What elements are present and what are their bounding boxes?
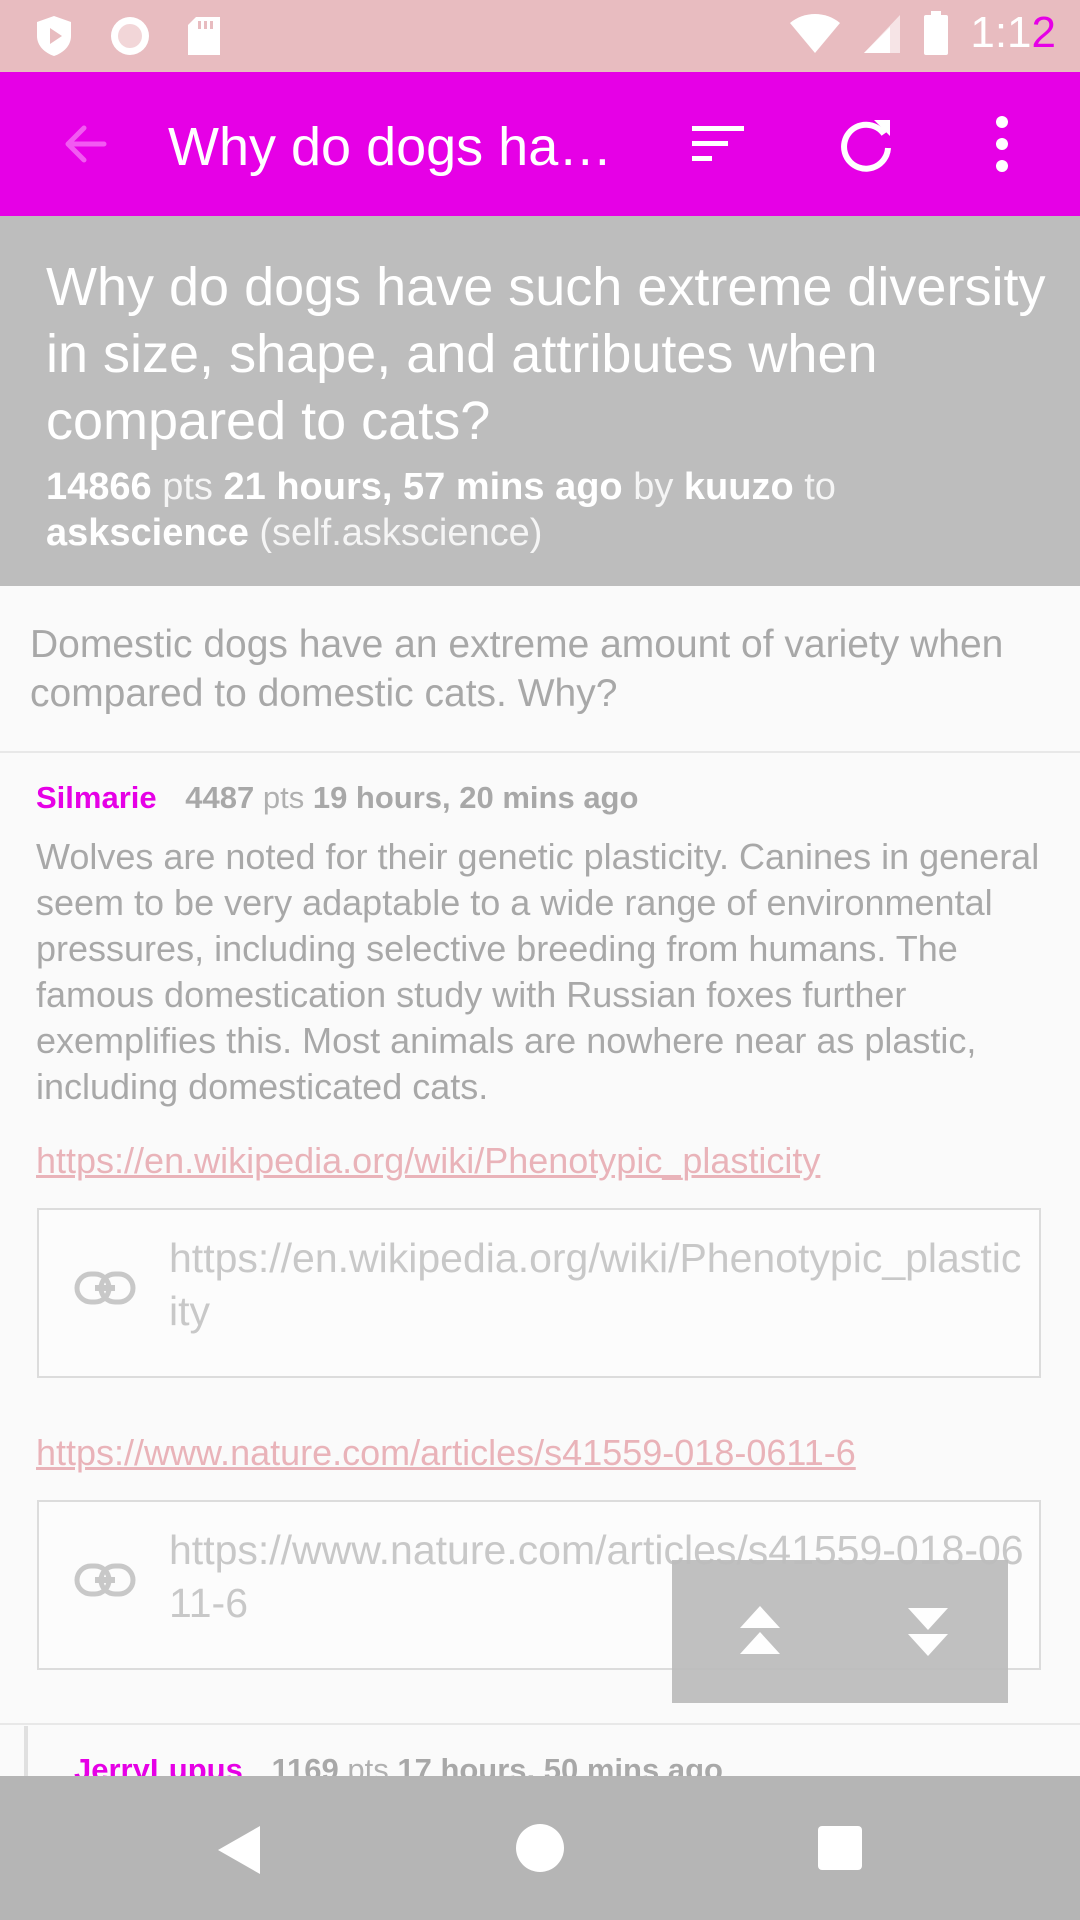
nav-home-icon[interactable] <box>516 1824 564 1872</box>
play-protect-icon <box>37 16 71 56</box>
wifi-icon <box>790 14 841 53</box>
link-icon <box>74 1271 136 1305</box>
post-subreddit[interactable]: askscience <box>46 512 249 554</box>
refresh-icon[interactable] <box>834 112 898 176</box>
post-author[interactable]: kuuzo <box>684 466 794 508</box>
nav-recents-icon[interactable] <box>818 1826 862 1870</box>
post-meta: 14866 pts 21 hours, 57 mins ago by kuuzo… <box>46 466 836 554</box>
system-nav-bar <box>0 1776 1080 1920</box>
clock: 1:12 <box>970 8 1056 57</box>
divider <box>0 1723 1080 1725</box>
link-preview-url: https://en.wikipedia.org/wiki/Phenotypic… <box>169 1235 1022 1334</box>
comment-author[interactable]: Silmarie <box>36 780 157 815</box>
circle-icon <box>111 17 149 55</box>
sort-icon[interactable] <box>688 120 748 168</box>
status-bar: 1:12 <box>0 0 1080 72</box>
post-header: Why do dogs have such extreme diversity … <box>0 216 1080 586</box>
comment-body: Wolves are noted for their genetic plast… <box>36 836 1040 1107</box>
post-selftext: Domestic dogs have an extreme amount of … <box>30 623 1004 715</box>
next-comment-icon[interactable] <box>904 1604 952 1658</box>
comment-link-nature[interactable]: https://www.nature.com/articles/s41559-0… <box>36 1432 856 1474</box>
battery-icon <box>924 11 949 55</box>
comment-link-wikipedia[interactable]: https://en.wikipedia.org/wiki/Phenotypic… <box>36 1140 820 1182</box>
back-arrow-icon[interactable] <box>56 114 116 174</box>
comment-nav-panel <box>672 1560 1008 1703</box>
divider <box>0 751 1080 753</box>
comment-depth-rail <box>24 1726 28 1776</box>
post-points: 14866 <box>46 466 152 508</box>
app-toolbar: Why do dogs ha… <box>0 72 1080 216</box>
previous-comment-icon[interactable] <box>736 1604 784 1658</box>
sd-card-icon <box>188 17 220 55</box>
nav-back-icon[interactable] <box>214 1824 264 1876</box>
toolbar-title: Why do dogs ha… <box>168 117 613 177</box>
link-preview-card[interactable]: https://en.wikipedia.org/wiki/Phenotypic… <box>37 1208 1041 1378</box>
comment-points: 4487 <box>185 780 255 815</box>
comment-meta: Silmarie 4487 pts 19 hours, 20 mins ago <box>36 780 639 815</box>
post-time: 21 hours, 57 mins ago <box>223 466 623 508</box>
signal-icon <box>864 15 901 53</box>
more-vert-icon[interactable] <box>984 112 1020 176</box>
link-icon <box>74 1563 136 1597</box>
post-domain: (self.askscience) <box>259 512 543 554</box>
post-title: Why do dogs have such extreme diversity … <box>46 257 1046 451</box>
comment-time: 19 hours, 20 mins ago <box>312 780 639 815</box>
